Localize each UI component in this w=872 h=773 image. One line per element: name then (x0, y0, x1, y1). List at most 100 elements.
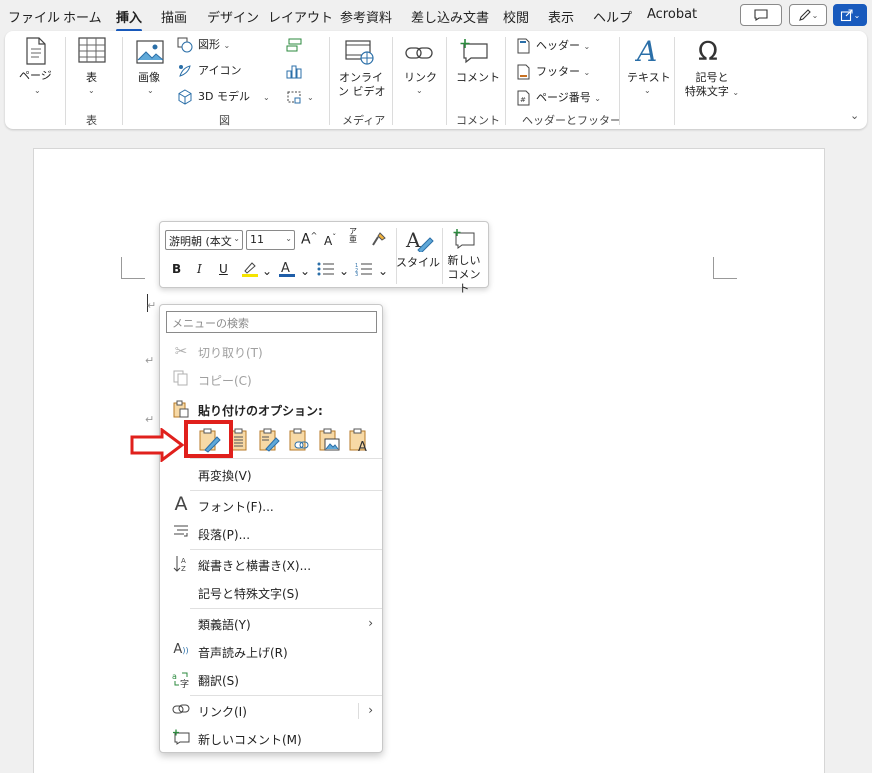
chevron-down-icon[interactable]: ⌄ (300, 264, 310, 278)
crop-mark (713, 278, 737, 279)
bold-button[interactable]: B (172, 262, 181, 276)
editing-mode-button[interactable]: ⌄ (789, 4, 827, 26)
divider (190, 490, 382, 491)
tab-view[interactable]: 表示 (548, 7, 574, 26)
highlight-icon[interactable] (241, 260, 259, 281)
smartart-icon (286, 38, 302, 55)
italic-button[interactable]: I (197, 262, 202, 276)
symbols-button[interactable]: 記号と 特殊文字 ⌄ (679, 71, 745, 100)
tab-acrobat[interactable]: Acrobat (647, 7, 697, 22)
underline-button[interactable]: U (219, 262, 228, 276)
chevron-down-icon: ⌄ (853, 10, 861, 20)
tab-draw[interactable]: 描画 (161, 7, 187, 26)
footer-button[interactable]: フッター ⌄ (536, 65, 590, 80)
menu-item-read-aloud[interactable]: A)) 音声読み上げ(R) (160, 639, 382, 665)
chevron-down-icon: ⌄ (88, 86, 95, 95)
chevron-down-icon[interactable]: ⌄ (378, 264, 388, 278)
group-label-header-footer: ヘッダーとフッター (522, 114, 621, 127)
red-arrow-icon (130, 427, 185, 465)
chevron-down-icon[interactable]: ⌄ (339, 264, 349, 278)
divider (358, 703, 359, 719)
font-name-box[interactable]: 游明朝 (本文 ⌄ (165, 230, 243, 250)
tab-design[interactable]: デザイン (207, 7, 259, 26)
grow-font-icon[interactable]: A^ (301, 231, 317, 248)
menu-item-paragraph[interactable]: 段落(P)... (160, 521, 382, 547)
link-button[interactable]: リンク (404, 71, 437, 85)
page-button[interactable]: ページ (19, 69, 52, 83)
header-button[interactable]: ヘッダー ⌄ (536, 39, 590, 54)
text-direction-icon: AZ (172, 555, 190, 575)
format-painter-icon[interactable] (371, 231, 387, 250)
tab-file[interactable]: ファイル (8, 7, 60, 26)
new-comment-button[interactable]: 新しい コメント (444, 254, 484, 296)
online-video-button[interactable]: オンライン ビデオ (338, 71, 386, 99)
divider (619, 37, 620, 125)
divider (392, 37, 393, 125)
text-icon: A (634, 35, 661, 69)
translate-icon: a字 (172, 670, 190, 690)
header-icon (517, 38, 530, 57)
text-button[interactable]: テキスト (627, 71, 671, 85)
new-comment-icon (452, 228, 476, 253)
link-icon (405, 43, 433, 66)
comment-button[interactable]: コメント (456, 71, 500, 85)
3d-model-button[interactable]: 3D モデル (198, 90, 250, 104)
tab-mailings[interactable]: 差し込み文書 (411, 7, 489, 26)
numbering-icon[interactable]: 123 (355, 262, 373, 279)
styles-icon: A (404, 228, 438, 255)
tab-references[interactable]: 参考資料 (340, 7, 392, 26)
menu-item-new-comment[interactable]: 新しいコメント(M) (160, 726, 382, 752)
svg-text:3: 3 (355, 272, 358, 276)
menu-item-cut[interactable]: ✂ 切り取り(T) (160, 339, 382, 365)
svg-text:A: A (358, 440, 367, 453)
menu-item-copy[interactable]: コピー(C) (160, 367, 382, 393)
table-icon (78, 37, 106, 66)
page-icon (24, 37, 48, 68)
tab-layout[interactable]: レイアウト (268, 7, 333, 26)
group-label-illustrations: 図 (219, 114, 230, 127)
comments-button[interactable] (740, 4, 782, 26)
table-button[interactable]: 表 (86, 71, 97, 85)
tab-review[interactable]: 校閲 (503, 7, 529, 26)
chevron-right-icon[interactable]: › (368, 703, 373, 717)
paste-text-only-button[interactable]: A (346, 427, 372, 455)
page-number-button[interactable]: ページ番号 ⌄ (536, 91, 601, 106)
paragraph-mark-icon: ↵ (145, 413, 155, 426)
menu-item-reconvert[interactable]: 再変換(V) (160, 462, 382, 488)
collapse-ribbon-icon[interactable]: ⌄ (850, 109, 859, 123)
mini-toolbar: 游明朝 (本文 ⌄ 11 ⌄ A^ Aˇ ア亜 A スタイル 新しい コメント B… (159, 221, 489, 295)
menu-search-input[interactable]: メニューの検索 (166, 311, 377, 333)
menu-item-synonyms[interactable]: 類義語(Y) › (160, 611, 382, 637)
tab-insert[interactable]: 挿入 (116, 7, 143, 32)
paste-as-picture-button[interactable] (316, 427, 342, 453)
paste-link-button[interactable] (286, 427, 312, 453)
paste-use-destination-styles-button[interactable] (256, 427, 282, 453)
chevron-down-icon[interactable]: ⌄ (262, 264, 272, 278)
svg-text:A: A (181, 557, 186, 565)
divider (446, 37, 447, 125)
icons-button[interactable]: アイコン (198, 64, 241, 78)
menu-item-translate[interactable]: a字 翻訳(S) (160, 667, 382, 693)
font-size-box[interactable]: 11 ⌄ (246, 230, 295, 250)
chevron-down-icon: ⌄ (307, 93, 314, 102)
phonetic-guide-icon[interactable]: ア亜 (349, 228, 357, 244)
font-color-icon[interactable]: A (278, 259, 296, 281)
menu-item-font[interactable]: A フォント(F)... (160, 493, 382, 519)
clipboard-icon (172, 400, 190, 420)
tab-home[interactable]: ホーム (63, 7, 102, 26)
shrink-font-icon[interactable]: Aˇ (324, 233, 336, 248)
svg-text:a: a (172, 672, 177, 681)
share-button[interactable]: ⌄ (833, 4, 867, 26)
svg-text:Ω: Ω (698, 37, 718, 66)
styles-button[interactable]: スタイル (396, 254, 440, 270)
image-button[interactable]: 画像 (138, 71, 160, 85)
shapes-button[interactable]: 図形 ⌄ (198, 38, 230, 53)
menu-item-text-direction[interactable]: AZ 縦書きと横書き(X)... (160, 552, 382, 578)
screenshot-icon (286, 89, 302, 108)
menu-item-symbols[interactable]: 記号と特殊文字(S) (160, 580, 382, 606)
tab-help[interactable]: ヘルプ (593, 7, 632, 26)
menu-item-link[interactable]: リンク(I) › (160, 698, 382, 724)
new-comment-icon (172, 729, 190, 749)
bullets-icon[interactable] (317, 262, 335, 279)
divider (190, 549, 382, 550)
